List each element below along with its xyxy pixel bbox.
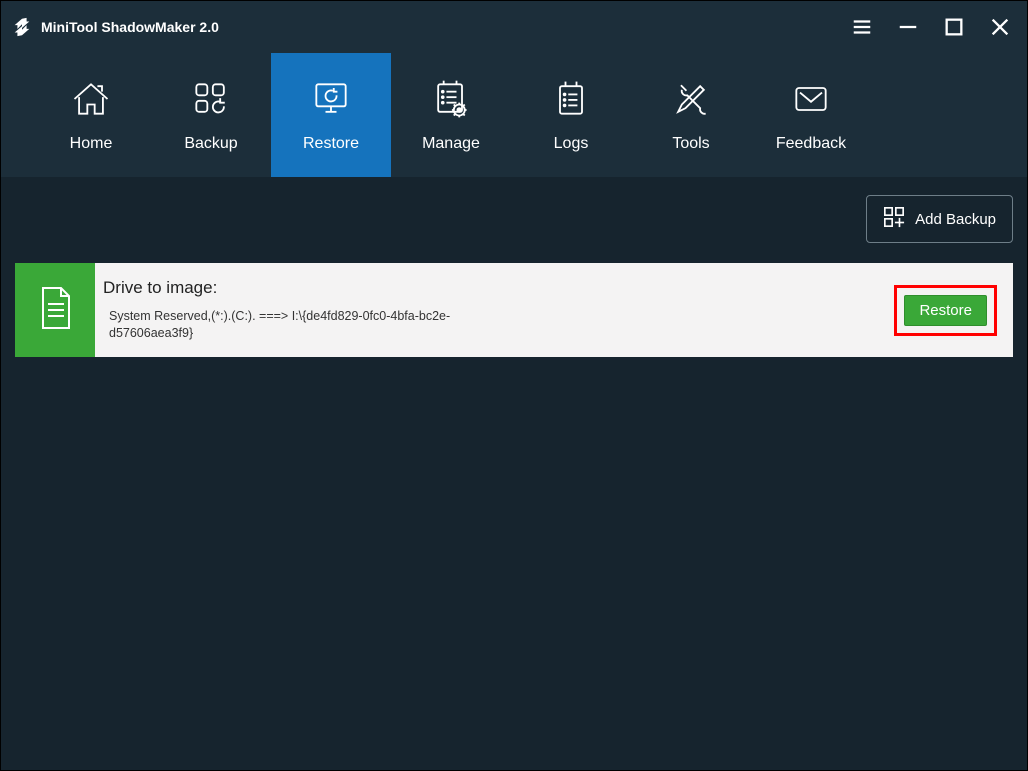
feedback-icon <box>789 77 833 121</box>
tab-label: Tools <box>672 135 709 153</box>
main-content: Add Backup Drive to image: <box>1 177 1027 770</box>
tab-backup[interactable]: Backup <box>151 53 271 177</box>
tools-icon <box>669 77 713 121</box>
grid-plus-icon <box>883 206 905 232</box>
tab-label: Backup <box>184 135 237 153</box>
tab-label: Logs <box>554 135 589 153</box>
app-title: MiniTool ShadowMaker 2.0 <box>41 19 219 35</box>
minimize-button[interactable] <box>897 16 919 38</box>
nav-bar: Home Backup <box>1 53 1027 177</box>
tab-manage[interactable]: Manage <box>391 53 511 177</box>
backup-item: Drive to image: System Reserved,(*:).(C:… <box>15 263 1013 357</box>
highlight-box: Restore <box>894 285 997 336</box>
tab-restore[interactable]: Restore <box>271 53 391 177</box>
app-logo-icon <box>11 16 33 38</box>
close-button[interactable] <box>989 16 1011 38</box>
item-details: System Reserved,(*:).(C:). ===> I:\{de4f… <box>103 308 483 342</box>
tab-home[interactable]: Home <box>31 53 151 177</box>
title-bar: MiniTool ShadowMaker 2.0 <box>1 1 1027 53</box>
manage-icon <box>429 77 473 121</box>
add-backup-button[interactable]: Add Backup <box>866 195 1013 243</box>
document-icon <box>35 284 75 337</box>
restore-icon <box>309 77 353 121</box>
logs-icon <box>549 77 593 121</box>
maximize-button[interactable] <box>943 16 965 38</box>
menu-button[interactable] <box>851 16 873 38</box>
tab-label: Home <box>70 135 113 153</box>
tab-label: Feedback <box>776 135 846 153</box>
tab-feedback[interactable]: Feedback <box>751 53 871 177</box>
tab-logs[interactable]: Logs <box>511 53 631 177</box>
item-title: Drive to image: <box>103 278 882 298</box>
home-icon <box>69 77 113 121</box>
restore-button[interactable]: Restore <box>904 295 987 326</box>
tab-label: Manage <box>422 135 480 153</box>
tab-label: Restore <box>303 135 359 153</box>
backup-icon <box>189 77 233 121</box>
add-backup-label: Add Backup <box>915 211 996 228</box>
item-badge <box>15 263 95 357</box>
tab-tools[interactable]: Tools <box>631 53 751 177</box>
